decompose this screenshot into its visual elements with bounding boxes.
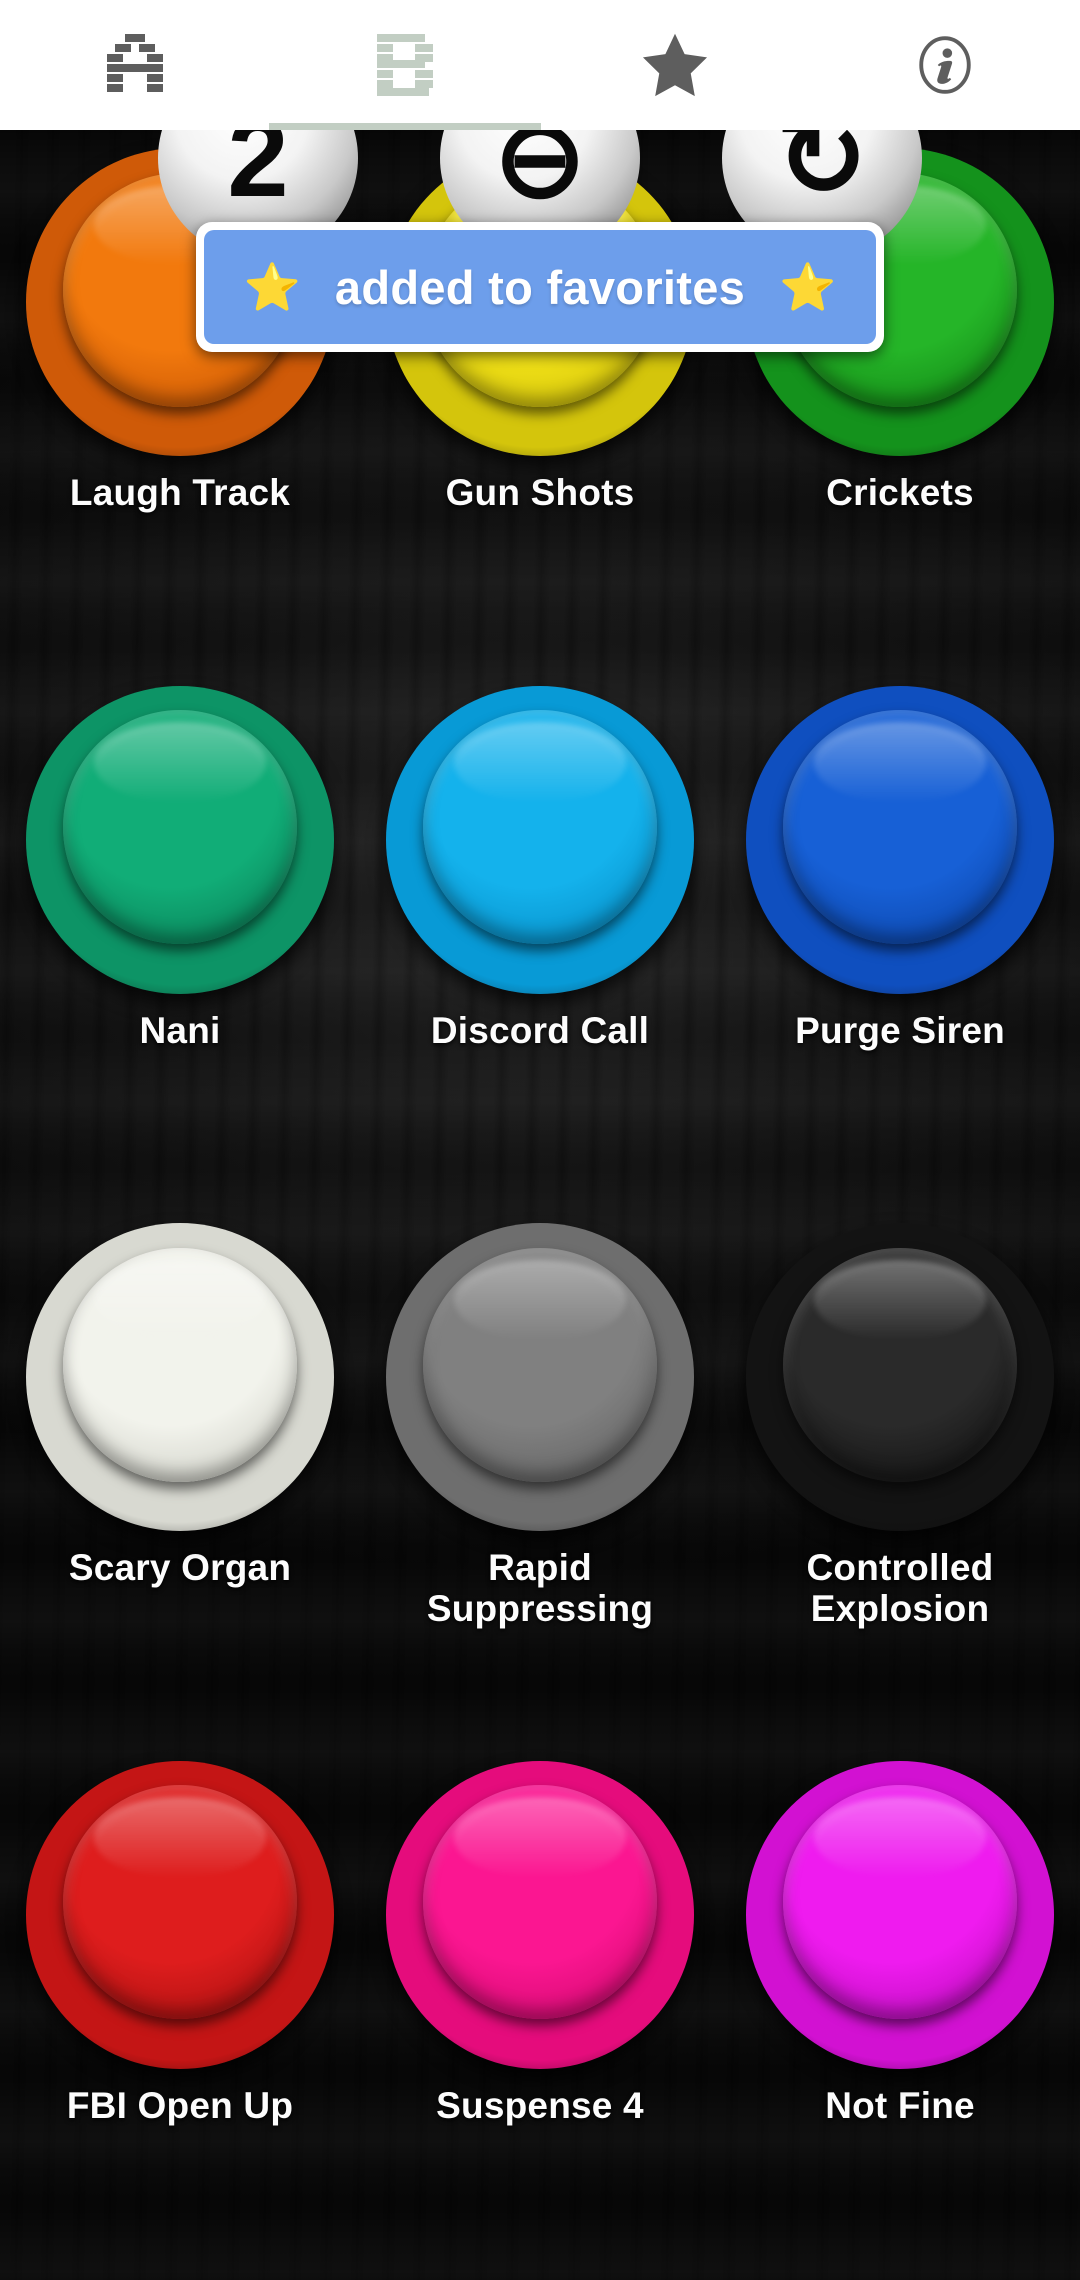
tab-bar (0, 0, 1080, 130)
sound-button-label: Not Fine (825, 2084, 975, 2126)
sound-button-nani[interactable] (26, 685, 334, 994)
sound-cell-discord-call[interactable]: Discord Call (360, 668, 720, 1206)
toast-message: added to favorites (334, 260, 746, 314)
button-cap (62, 1247, 298, 1482)
star-icon-right: ⭐ (779, 261, 837, 313)
sound-cell-fbi-open-up[interactable]: FBI Open Up (0, 1743, 360, 2280)
button-cap (782, 1247, 1018, 1482)
button-cap (62, 1785, 298, 2020)
sound-button-rapid-suppressing[interactable] (386, 1223, 694, 1531)
sound-button-fbi-open-up[interactable] (26, 1760, 334, 2069)
sound-button-label: Scary Organ (68, 1547, 292, 1588)
sound-cell-controlled-explosion[interactable]: Controlled Explosion (720, 1205, 1080, 1743)
toast-inner: ⭐ added to favorites ⭐ (204, 230, 876, 344)
sound-cell-laugh-track[interactable]: Laugh Track (0, 130, 360, 668)
sound-button-discord-call[interactable] (386, 685, 694, 994)
sound-cell-nani[interactable]: Nani (0, 668, 360, 1206)
button-cap (422, 710, 658, 945)
sound-button-label: FBI Open Up (66, 2084, 294, 2126)
sound-cell-rapid-suppressing[interactable]: Rapid Suppressing (360, 1205, 720, 1743)
pixel-letter-b-icon (377, 34, 433, 96)
sound-button-label: Nani (139, 1009, 221, 1051)
sound-button-label: Suspense 4 (436, 2084, 644, 2126)
sound-button-not-fine[interactable] (746, 1760, 1054, 2069)
sound-button-label: Rapid Suppressing (426, 1547, 654, 1630)
star-icon (642, 33, 708, 96)
star-icon-left: ⭐ (243, 261, 301, 313)
tab-info[interactable] (810, 0, 1080, 130)
toast-added-to-favorites: ⭐ added to favorites ⭐ (196, 222, 884, 352)
button-cap (782, 1785, 1018, 2020)
sound-button-suspense-4[interactable] (386, 1760, 694, 2069)
sound-cell-purge-siren[interactable]: Purge Siren (720, 668, 1080, 1206)
soundboard-background: Laugh Track Gun Shots Crickets Nani Disc… (0, 130, 1080, 2280)
sound-button-scary-organ[interactable] (26, 1223, 334, 1531)
button-cap (782, 710, 1018, 945)
tab-soundboard-b[interactable] (269, 0, 541, 130)
sound-button-purge-siren[interactable] (746, 685, 1054, 994)
sound-button-controlled-explosion[interactable] (746, 1223, 1054, 1531)
sound-button-label: Laugh Track (69, 472, 291, 513)
sound-cell-not-fine[interactable]: Not Fine (720, 1743, 1080, 2280)
sound-button-label: Purge Siren (795, 1009, 1005, 1051)
tab-favorites[interactable] (540, 0, 810, 130)
info-icon (919, 36, 971, 94)
sound-cell-gun-shots[interactable]: Gun Shots (360, 130, 720, 668)
sound-button-grid: Laugh Track Gun Shots Crickets Nani Disc… (0, 130, 1080, 2280)
sound-button-label: Controlled Explosion (806, 1547, 994, 1630)
sound-cell-scary-organ[interactable]: Scary Organ (0, 1205, 360, 1743)
sound-button-label: Gun Shots (445, 472, 635, 513)
tab-selected-indicator (269, 123, 541, 130)
button-cap (422, 1785, 658, 2020)
button-cap (62, 710, 298, 945)
button-cap (422, 1247, 658, 1482)
sound-cell-suspense-4[interactable]: Suspense 4 (360, 1743, 720, 2280)
sound-button-label: Discord Call (430, 1009, 650, 1051)
sound-button-label: Crickets (826, 472, 974, 513)
pixel-letter-a-icon (107, 34, 163, 92)
sound-cell-crickets[interactable]: Crickets (720, 130, 1080, 668)
tab-soundboard-a[interactable] (0, 0, 270, 130)
